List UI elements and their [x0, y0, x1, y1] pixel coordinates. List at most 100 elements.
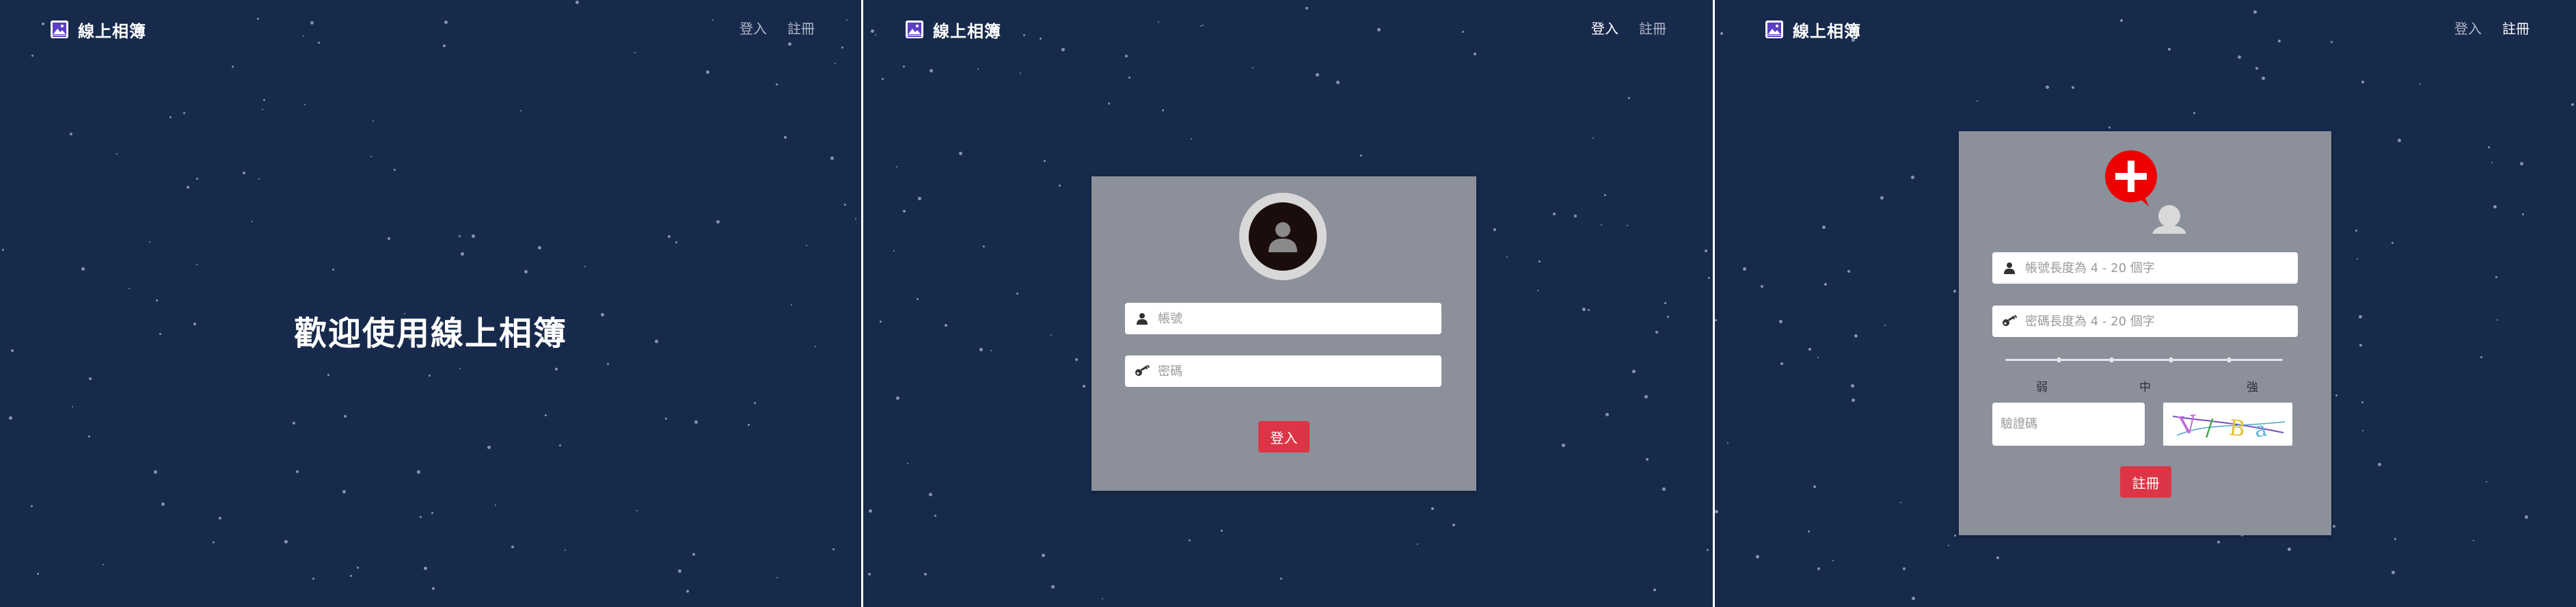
nav-login-link[interactable]: 登入	[2454, 18, 2482, 38]
star	[431, 512, 433, 514]
star	[1727, 442, 1728, 444]
brand-name: 線上相簿	[78, 21, 146, 41]
login-button[interactable]: 登入	[1258, 421, 1310, 453]
star	[1592, 137, 1594, 139]
strength-label-weak: 弱	[2036, 381, 2048, 394]
star	[776, 577, 778, 578]
star	[636, 510, 638, 511]
brand[interactable]: 線上相簿	[1764, 18, 1861, 41]
star	[2497, 319, 2498, 321]
star	[394, 169, 396, 171]
account-input[interactable]	[1156, 310, 1441, 327]
account-field[interactable]	[1992, 252, 2298, 284]
star	[1252, 67, 1253, 68]
star	[1743, 267, 1746, 271]
star	[903, 210, 906, 213]
star	[929, 493, 932, 496]
password-input[interactable]	[2024, 313, 2298, 329]
star	[1954, 535, 1956, 537]
star	[2571, 103, 2574, 106]
register-button[interactable]: 註冊	[2120, 466, 2171, 498]
star	[1431, 507, 1434, 510]
star	[258, 178, 260, 180]
star	[1108, 103, 1110, 105]
star	[312, 578, 314, 580]
star	[1016, 293, 1018, 295]
star	[70, 133, 72, 135]
password-field[interactable]	[1992, 306, 2298, 337]
star	[2488, 146, 2490, 148]
account-input[interactable]	[2024, 260, 2298, 276]
star	[372, 120, 374, 122]
star	[855, 218, 856, 219]
user-silhouette-icon	[2152, 205, 2187, 239]
star	[832, 548, 835, 550]
key-icon	[2002, 313, 2017, 329]
star	[2255, 67, 2258, 70]
nav-links: 登入 註冊	[1591, 18, 1666, 38]
star	[716, 220, 720, 224]
user-silhouette-icon	[1269, 222, 1297, 252]
star	[555, 368, 558, 370]
star	[924, 573, 927, 576]
star	[31, 505, 33, 507]
star	[424, 567, 427, 570]
star	[1538, 260, 1541, 262]
captcha-input[interactable]	[1999, 416, 2145, 432]
star	[806, 245, 807, 246]
nav-register-link[interactable]: 註冊	[1639, 18, 1666, 38]
star	[1452, 524, 1455, 526]
star	[2480, 356, 2482, 358]
star	[1537, 290, 1538, 291]
nav-login-link[interactable]: 登入	[1591, 18, 1618, 38]
star	[156, 299, 158, 301]
password-input[interactable]	[1156, 363, 1441, 379]
star	[2109, 126, 2111, 129]
star	[784, 136, 787, 139]
star	[1020, 72, 1021, 74]
password-field[interactable]	[1125, 355, 1441, 387]
star	[161, 502, 165, 506]
star	[327, 374, 329, 376]
captcha-field[interactable]	[1992, 403, 2145, 446]
star	[1628, 97, 1630, 99]
star	[990, 350, 992, 351]
strength-label-medium: 中	[2139, 381, 2151, 394]
star	[934, 515, 936, 517]
star	[1715, 510, 1718, 513]
user-icon	[1135, 310, 1150, 327]
star	[2359, 344, 2362, 347]
star	[1708, 277, 1710, 279]
star	[149, 241, 150, 243]
star	[668, 235, 670, 238]
star	[665, 418, 667, 420]
login-screen: 線上相簿 登入 註冊 登入	[863, 0, 1713, 607]
star	[459, 368, 461, 369]
key-icon	[1135, 363, 1150, 379]
nav-register-link[interactable]: 註冊	[787, 18, 815, 38]
star	[1280, 578, 1282, 580]
nav-links: 登入 註冊	[2454, 18, 2530, 38]
star	[1102, 598, 1103, 599]
star	[2493, 205, 2497, 208]
nav-register-link[interactable]: 註冊	[2502, 18, 2530, 38]
star	[2486, 481, 2487, 483]
star	[183, 112, 185, 114]
brand[interactable]: 線上相簿	[49, 18, 146, 41]
nav-login-link[interactable]: 登入	[740, 18, 767, 38]
star	[1851, 384, 1854, 388]
star	[1050, 334, 1052, 336]
register-screen: 線上相簿 登入 註冊 帳號長度為 4 - 20 個字 弱 中 強 驗證碼 V /…	[1715, 0, 2576, 607]
captcha-image[interactable]: V / B a	[2163, 403, 2292, 446]
star	[896, 166, 897, 167]
star	[1605, 413, 1609, 416]
login-card: 登入	[1092, 176, 1476, 491]
star	[538, 246, 541, 249]
star	[1646, 458, 1649, 461]
account-field[interactable]	[1125, 303, 1441, 334]
star	[1832, 560, 1834, 561]
star	[917, 298, 919, 300]
star	[196, 264, 198, 265]
star	[945, 324, 947, 327]
brand[interactable]: 線上相簿	[904, 18, 1001, 41]
